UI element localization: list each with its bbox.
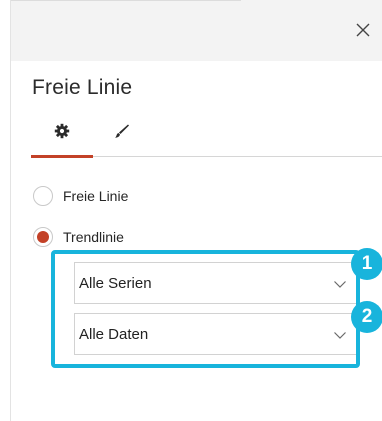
callout-badge-2: 2 <box>351 301 382 333</box>
radio-freie-linie[interactable]: Freie Linie <box>33 184 128 208</box>
callout-highlight-box <box>51 250 360 368</box>
radio-label: Trendlinie <box>63 229 124 245</box>
tab-selected-indicator <box>31 155 93 158</box>
tab-settings[interactable] <box>31 116 93 146</box>
radio-button-selected[interactable] <box>33 227 53 247</box>
radio-trendlinie[interactable]: Trendlinie <box>33 225 124 249</box>
panel-header <box>11 0 382 61</box>
close-button[interactable] <box>353 20 373 40</box>
header-top-line <box>11 0 241 1</box>
radio-button[interactable] <box>33 186 53 206</box>
left-edge <box>0 0 10 421</box>
gear-icon <box>54 123 70 139</box>
radio-label: Freie Linie <box>63 188 129 204</box>
panel-title: Freie Linie <box>32 76 133 99</box>
brush-icon <box>115 124 129 138</box>
callout-badge-1: 1 <box>351 248 382 280</box>
close-icon <box>356 23 370 37</box>
tab-format[interactable] <box>107 116 137 146</box>
radio-selected-dot <box>37 231 49 243</box>
